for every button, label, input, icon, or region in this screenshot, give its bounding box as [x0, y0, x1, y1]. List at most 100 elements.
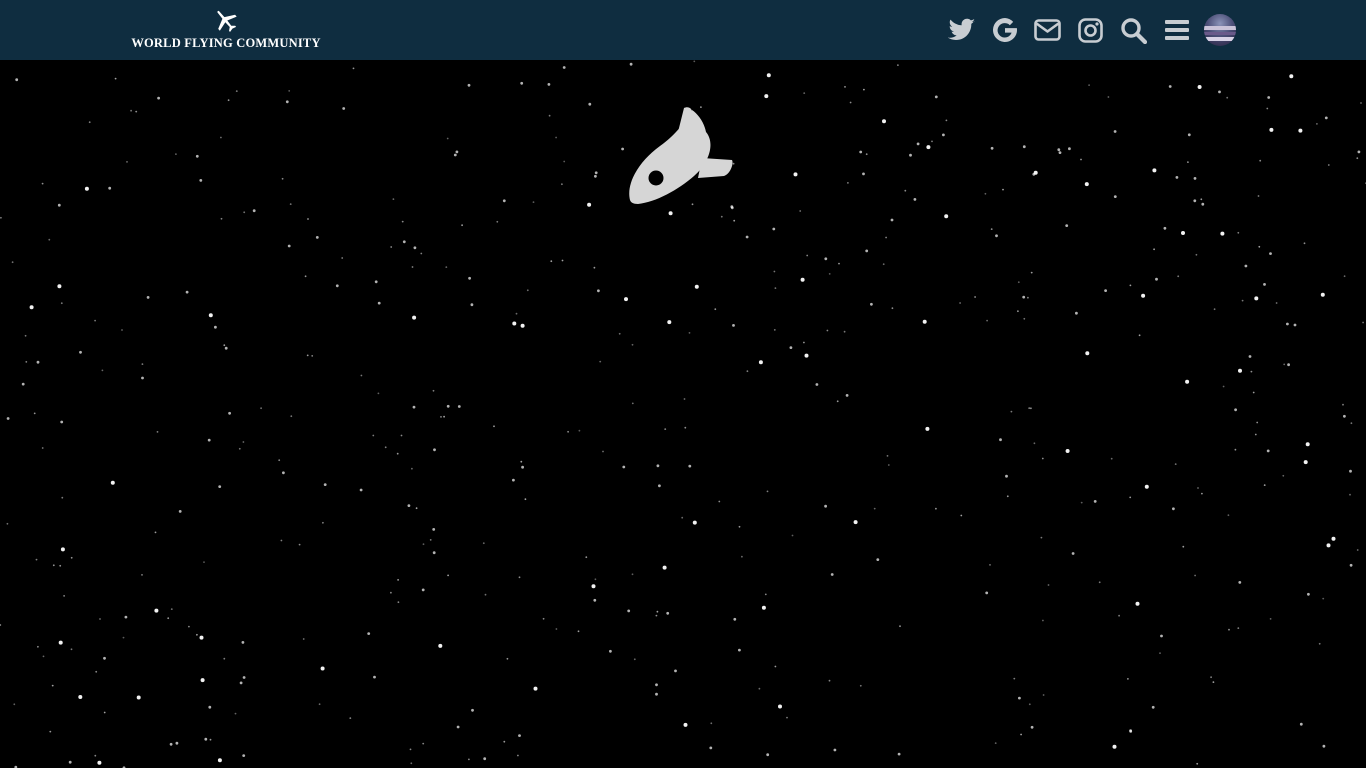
star: [1227, 514, 1230, 517]
star: [714, 308, 717, 311]
star: [315, 236, 319, 239]
star: [588, 102, 592, 106]
star: [397, 601, 400, 604]
star: [986, 319, 988, 322]
star: [804, 353, 809, 358]
star: [693, 60, 696, 63]
star: [778, 704, 782, 709]
google-link[interactable]: [983, 0, 1026, 60]
star: [84, 186, 89, 191]
star: [1022, 295, 1026, 299]
star: [1267, 96, 1271, 99]
star: [438, 643, 443, 648]
rocket-icon: [629, 107, 733, 204]
star: [688, 332, 691, 334]
star: [1269, 618, 1272, 620]
star: [1172, 507, 1175, 511]
star: [1175, 176, 1179, 179]
star: [585, 556, 588, 559]
star: [517, 754, 519, 757]
star: [209, 738, 212, 741]
star: [633, 658, 636, 661]
star: [154, 531, 157, 534]
star: [260, 407, 262, 410]
star: [1129, 284, 1132, 287]
star: [561, 259, 564, 262]
star: [1017, 310, 1019, 313]
star: [323, 483, 327, 486]
star: [1065, 449, 1070, 453]
star: [1254, 433, 1257, 436]
star: [0, 216, 2, 219]
star: [440, 416, 442, 418]
star: [1030, 271, 1033, 274]
star: [899, 625, 901, 628]
star: [218, 485, 222, 488]
star: [1298, 128, 1303, 133]
star: [228, 411, 232, 415]
star: [1187, 133, 1191, 137]
instagram-link[interactable]: [1069, 0, 1112, 60]
search-button[interactable]: [1112, 0, 1155, 60]
star: [658, 484, 661, 488]
star: [1287, 363, 1290, 367]
site-logo-link[interactable]: WORLD FLYING COMMUNITY: [126, 8, 326, 54]
star: [1322, 597, 1325, 600]
star: [290, 415, 293, 418]
star: [1324, 116, 1328, 120]
star: [1200, 198, 1203, 201]
star: [683, 398, 686, 400]
star: [931, 140, 933, 143]
star: [1237, 627, 1240, 629]
star: [984, 192, 987, 195]
star: [709, 746, 713, 750]
star: [849, 101, 852, 104]
star: [506, 657, 509, 660]
email-link[interactable]: [1026, 0, 1069, 60]
star: [446, 137, 449, 140]
star: [1127, 678, 1129, 680]
star: [1226, 96, 1229, 99]
menu-button[interactable]: [1155, 0, 1198, 60]
instagram-icon: [1078, 17, 1103, 43]
star: [1201, 202, 1205, 206]
starfield-background: [0, 60, 1366, 768]
star: [1259, 159, 1262, 162]
star: [1080, 158, 1082, 161]
star: [420, 252, 423, 255]
star: [1258, 245, 1261, 248]
star: [618, 332, 621, 335]
star: [446, 404, 450, 408]
star: [524, 498, 527, 501]
star: [1151, 705, 1155, 709]
star: [1254, 296, 1259, 301]
star: [1196, 762, 1199, 765]
star: [433, 448, 436, 452]
star: [51, 684, 54, 687]
star: [803, 341, 805, 344]
user-avatar[interactable]: [1204, 14, 1236, 46]
star: [1362, 321, 1364, 324]
star: [243, 211, 246, 214]
star: [591, 584, 596, 589]
twitter-link[interactable]: [940, 0, 983, 60]
star: [631, 343, 634, 346]
star: [220, 136, 222, 139]
star: [227, 99, 230, 102]
star: [252, 209, 256, 213]
star: [1107, 96, 1110, 98]
star: [455, 150, 459, 154]
star: [1065, 224, 1069, 228]
star: [1256, 421, 1259, 424]
star: [662, 565, 667, 570]
star: [60, 302, 63, 305]
star: [847, 182, 849, 184]
star: [916, 142, 920, 146]
star: [838, 262, 840, 265]
star: [547, 83, 551, 86]
star: [990, 146, 994, 150]
star: [960, 514, 963, 517]
star: [410, 762, 413, 765]
star: [520, 323, 525, 328]
star: [873, 507, 876, 510]
